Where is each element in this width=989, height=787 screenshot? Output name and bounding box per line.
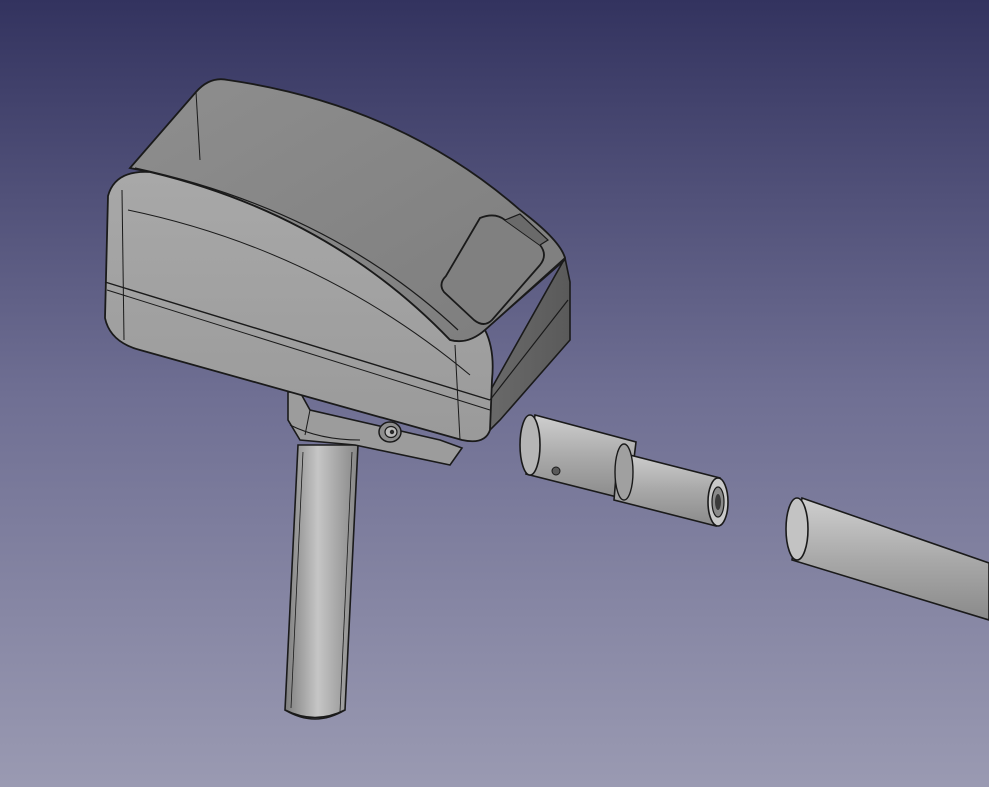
vertical-rod[interactable]	[284, 444, 359, 720]
horizontal-tube[interactable]	[785, 496, 989, 621]
set-screw[interactable]	[378, 421, 402, 443]
3d-viewport[interactable]	[0, 0, 989, 787]
cad-scene[interactable]	[0, 0, 989, 787]
stepped-connector[interactable]	[519, 413, 729, 528]
